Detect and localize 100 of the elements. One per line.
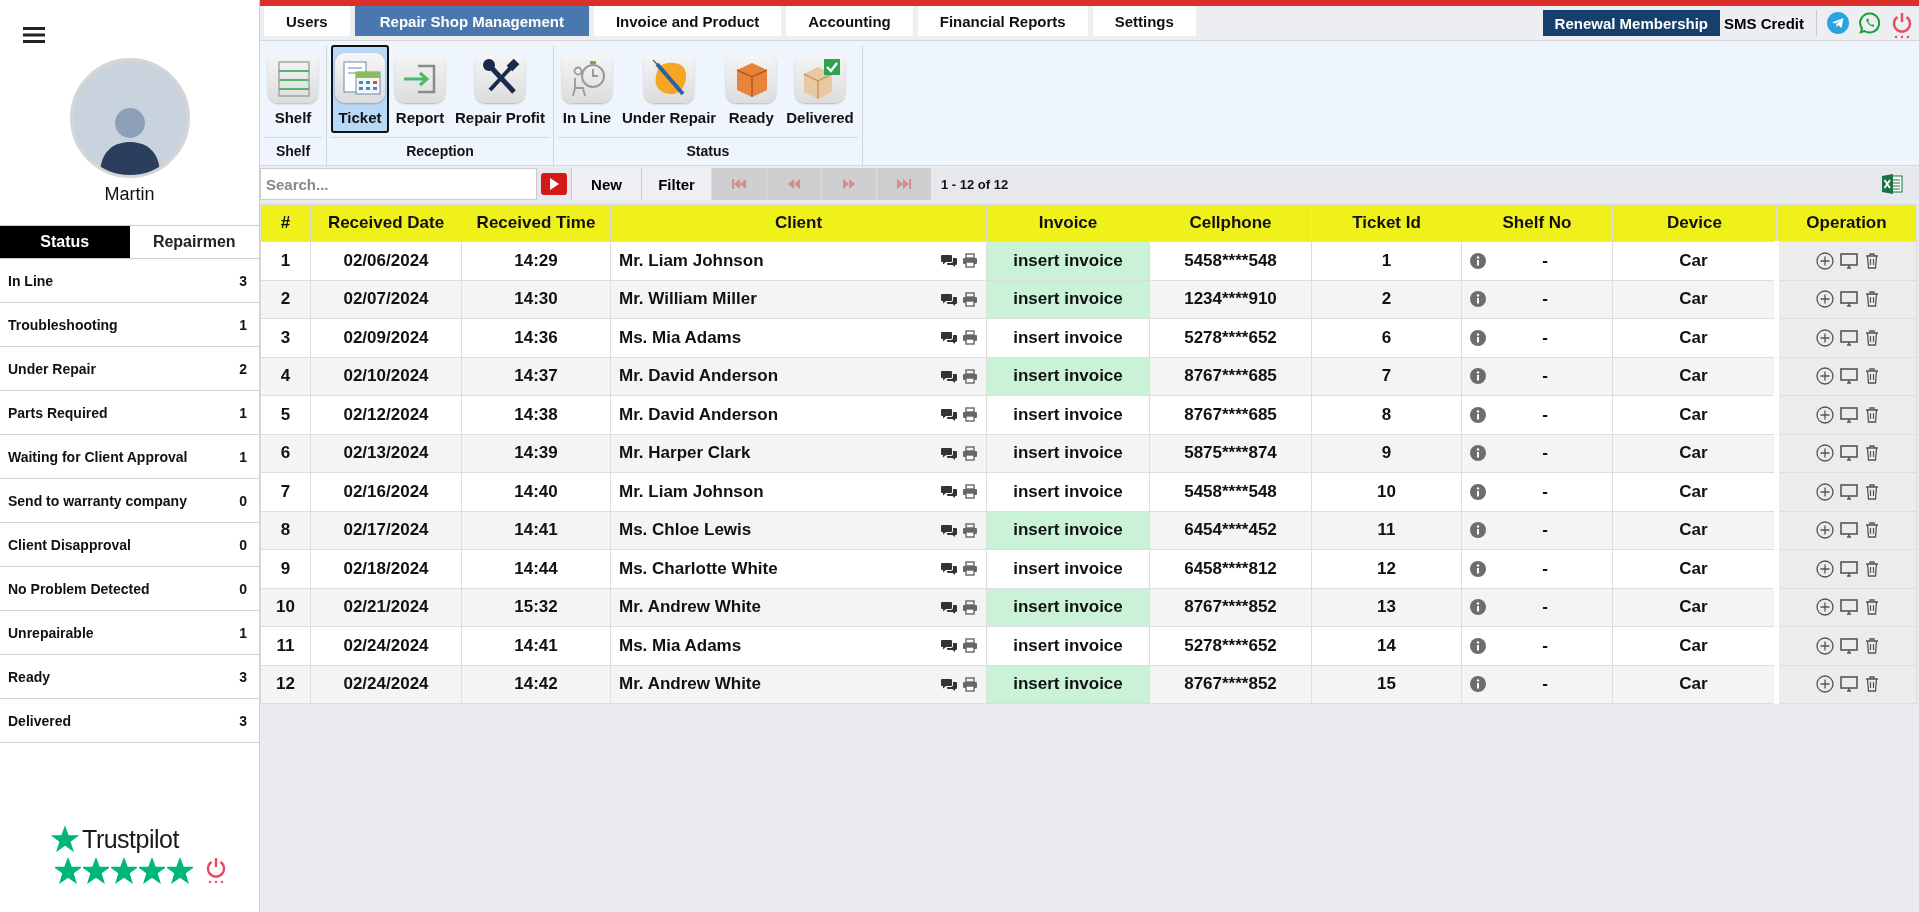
info-icon[interactable] bbox=[1470, 329, 1486, 346]
trash-icon[interactable] bbox=[1863, 675, 1880, 694]
status-item[interactable]: Send to warranty company 0 bbox=[0, 479, 259, 523]
plus-circle-icon[interactable] bbox=[1815, 290, 1834, 309]
invoice-cell[interactable]: insert invoice bbox=[986, 395, 1150, 434]
ribbon-button[interactable]: Ticket bbox=[331, 45, 389, 133]
plus-circle-icon[interactable] bbox=[1815, 521, 1834, 540]
chat-icon[interactable] bbox=[941, 638, 958, 654]
plus-circle-icon[interactable] bbox=[1815, 482, 1834, 501]
status-item[interactable]: Under Repair 2 bbox=[0, 347, 259, 391]
info-icon[interactable] bbox=[1470, 676, 1486, 693]
monitor-icon[interactable] bbox=[1839, 251, 1858, 270]
toolbar-button[interactable]: Filter bbox=[641, 168, 711, 200]
ribbon-button[interactable]: Under Repair bbox=[618, 45, 721, 133]
phone-bubble-icon[interactable] bbox=[1859, 12, 1881, 34]
chat-icon[interactable] bbox=[941, 522, 958, 538]
ribbon-button[interactable]: Delivered bbox=[782, 45, 858, 133]
ribbon-button[interactable]: Repair Profit bbox=[451, 45, 549, 133]
monitor-icon[interactable] bbox=[1839, 598, 1858, 617]
status-item[interactable]: Unrepairable 1 bbox=[0, 611, 259, 655]
monitor-icon[interactable] bbox=[1839, 367, 1858, 386]
printer-icon[interactable] bbox=[962, 407, 978, 423]
chat-icon[interactable] bbox=[941, 599, 958, 615]
nav-tab[interactable]: Accounting bbox=[786, 6, 913, 36]
plus-circle-icon[interactable] bbox=[1815, 598, 1834, 617]
power-icon[interactable] bbox=[1891, 11, 1913, 39]
info-icon[interactable] bbox=[1470, 560, 1486, 577]
info-icon[interactable] bbox=[1470, 291, 1486, 308]
invoice-cell[interactable]: insert invoice bbox=[986, 434, 1150, 473]
printer-icon[interactable] bbox=[962, 368, 978, 384]
spreadsheet-icon[interactable] bbox=[1881, 173, 1903, 195]
trash-icon[interactable] bbox=[1863, 290, 1880, 309]
ribbon-button[interactable]: Report bbox=[391, 45, 449, 133]
info-icon[interactable] bbox=[1470, 522, 1486, 539]
monitor-icon[interactable] bbox=[1839, 482, 1858, 501]
chat-icon[interactable] bbox=[941, 445, 958, 461]
trash-icon[interactable] bbox=[1863, 367, 1880, 386]
ribbon-button[interactable]: Ready bbox=[722, 45, 781, 133]
trash-icon[interactable] bbox=[1863, 598, 1880, 617]
invoice-cell[interactable]: insert invoice bbox=[986, 241, 1150, 280]
chat-icon[interactable] bbox=[941, 484, 958, 500]
nav-tab[interactable]: Repair Shop Management bbox=[354, 6, 589, 36]
printer-icon[interactable] bbox=[962, 330, 978, 346]
printer-icon[interactable] bbox=[962, 445, 978, 461]
monitor-icon[interactable] bbox=[1839, 328, 1858, 347]
monitor-icon[interactable] bbox=[1839, 405, 1858, 424]
info-icon[interactable] bbox=[1470, 637, 1486, 654]
trash-icon[interactable] bbox=[1863, 521, 1880, 540]
monitor-icon[interactable] bbox=[1839, 636, 1858, 655]
printer-icon[interactable] bbox=[962, 291, 978, 307]
status-item[interactable]: No Problem Detected 0 bbox=[0, 567, 259, 611]
status-item[interactable]: Client Disapproval 0 bbox=[0, 523, 259, 567]
chat-icon[interactable] bbox=[941, 291, 958, 307]
chat-icon[interactable] bbox=[941, 561, 958, 577]
status-item[interactable]: In Line 3 bbox=[0, 259, 259, 303]
toolbar-button[interactable]: New bbox=[571, 168, 641, 200]
trash-icon[interactable] bbox=[1863, 636, 1880, 655]
printer-icon[interactable] bbox=[962, 484, 978, 500]
plus-circle-icon[interactable] bbox=[1815, 251, 1834, 270]
chat-icon[interactable] bbox=[941, 330, 958, 346]
invoice-cell[interactable]: insert invoice bbox=[986, 472, 1150, 511]
sidebar-tab[interactable]: Status bbox=[0, 226, 130, 258]
printer-icon[interactable] bbox=[962, 561, 978, 577]
power-icon[interactable] bbox=[204, 856, 227, 884]
chat-icon[interactable] bbox=[941, 253, 958, 269]
ribbon-button[interactable]: Shelf bbox=[264, 45, 322, 133]
trash-icon[interactable] bbox=[1863, 405, 1880, 424]
info-icon[interactable] bbox=[1470, 252, 1486, 269]
info-icon[interactable] bbox=[1470, 445, 1486, 462]
ribbon-button[interactable]: In Line bbox=[558, 45, 616, 133]
invoice-cell[interactable]: insert invoice bbox=[986, 626, 1150, 665]
search-field[interactable]: Search... bbox=[260, 168, 537, 200]
printer-icon[interactable] bbox=[962, 522, 978, 538]
info-icon[interactable] bbox=[1470, 483, 1486, 500]
plus-circle-icon[interactable] bbox=[1815, 675, 1834, 694]
plus-circle-icon[interactable] bbox=[1815, 367, 1834, 386]
sms-credit-button[interactable]: SMS Credit bbox=[1722, 14, 1806, 32]
nav-tab[interactable]: Invoice and Product bbox=[593, 6, 782, 36]
monitor-icon[interactable] bbox=[1839, 290, 1858, 309]
nav-tab[interactable]: Users bbox=[264, 6, 350, 36]
plus-circle-icon[interactable] bbox=[1815, 444, 1834, 463]
invoice-cell[interactable]: insert invoice bbox=[986, 280, 1150, 319]
printer-icon[interactable] bbox=[962, 676, 978, 692]
nav-tab[interactable]: Financial Reports bbox=[917, 6, 1088, 36]
invoice-cell[interactable]: insert invoice bbox=[986, 357, 1150, 396]
printer-icon[interactable] bbox=[962, 253, 978, 269]
plus-circle-icon[interactable] bbox=[1815, 636, 1834, 655]
menu-icon[interactable] bbox=[23, 26, 45, 44]
printer-icon[interactable] bbox=[962, 599, 978, 615]
info-icon[interactable] bbox=[1470, 406, 1486, 423]
paper-plane-icon[interactable] bbox=[1827, 12, 1849, 34]
monitor-icon[interactable] bbox=[1839, 521, 1858, 540]
info-icon[interactable] bbox=[1470, 368, 1486, 385]
printer-icon[interactable] bbox=[962, 638, 978, 654]
invoice-cell[interactable]: insert invoice bbox=[986, 549, 1150, 588]
trash-icon[interactable] bbox=[1863, 251, 1880, 270]
play-button[interactable] bbox=[541, 173, 567, 195]
invoice-cell[interactable]: insert invoice bbox=[986, 511, 1150, 550]
chat-icon[interactable] bbox=[941, 676, 958, 692]
plus-circle-icon[interactable] bbox=[1815, 405, 1834, 424]
